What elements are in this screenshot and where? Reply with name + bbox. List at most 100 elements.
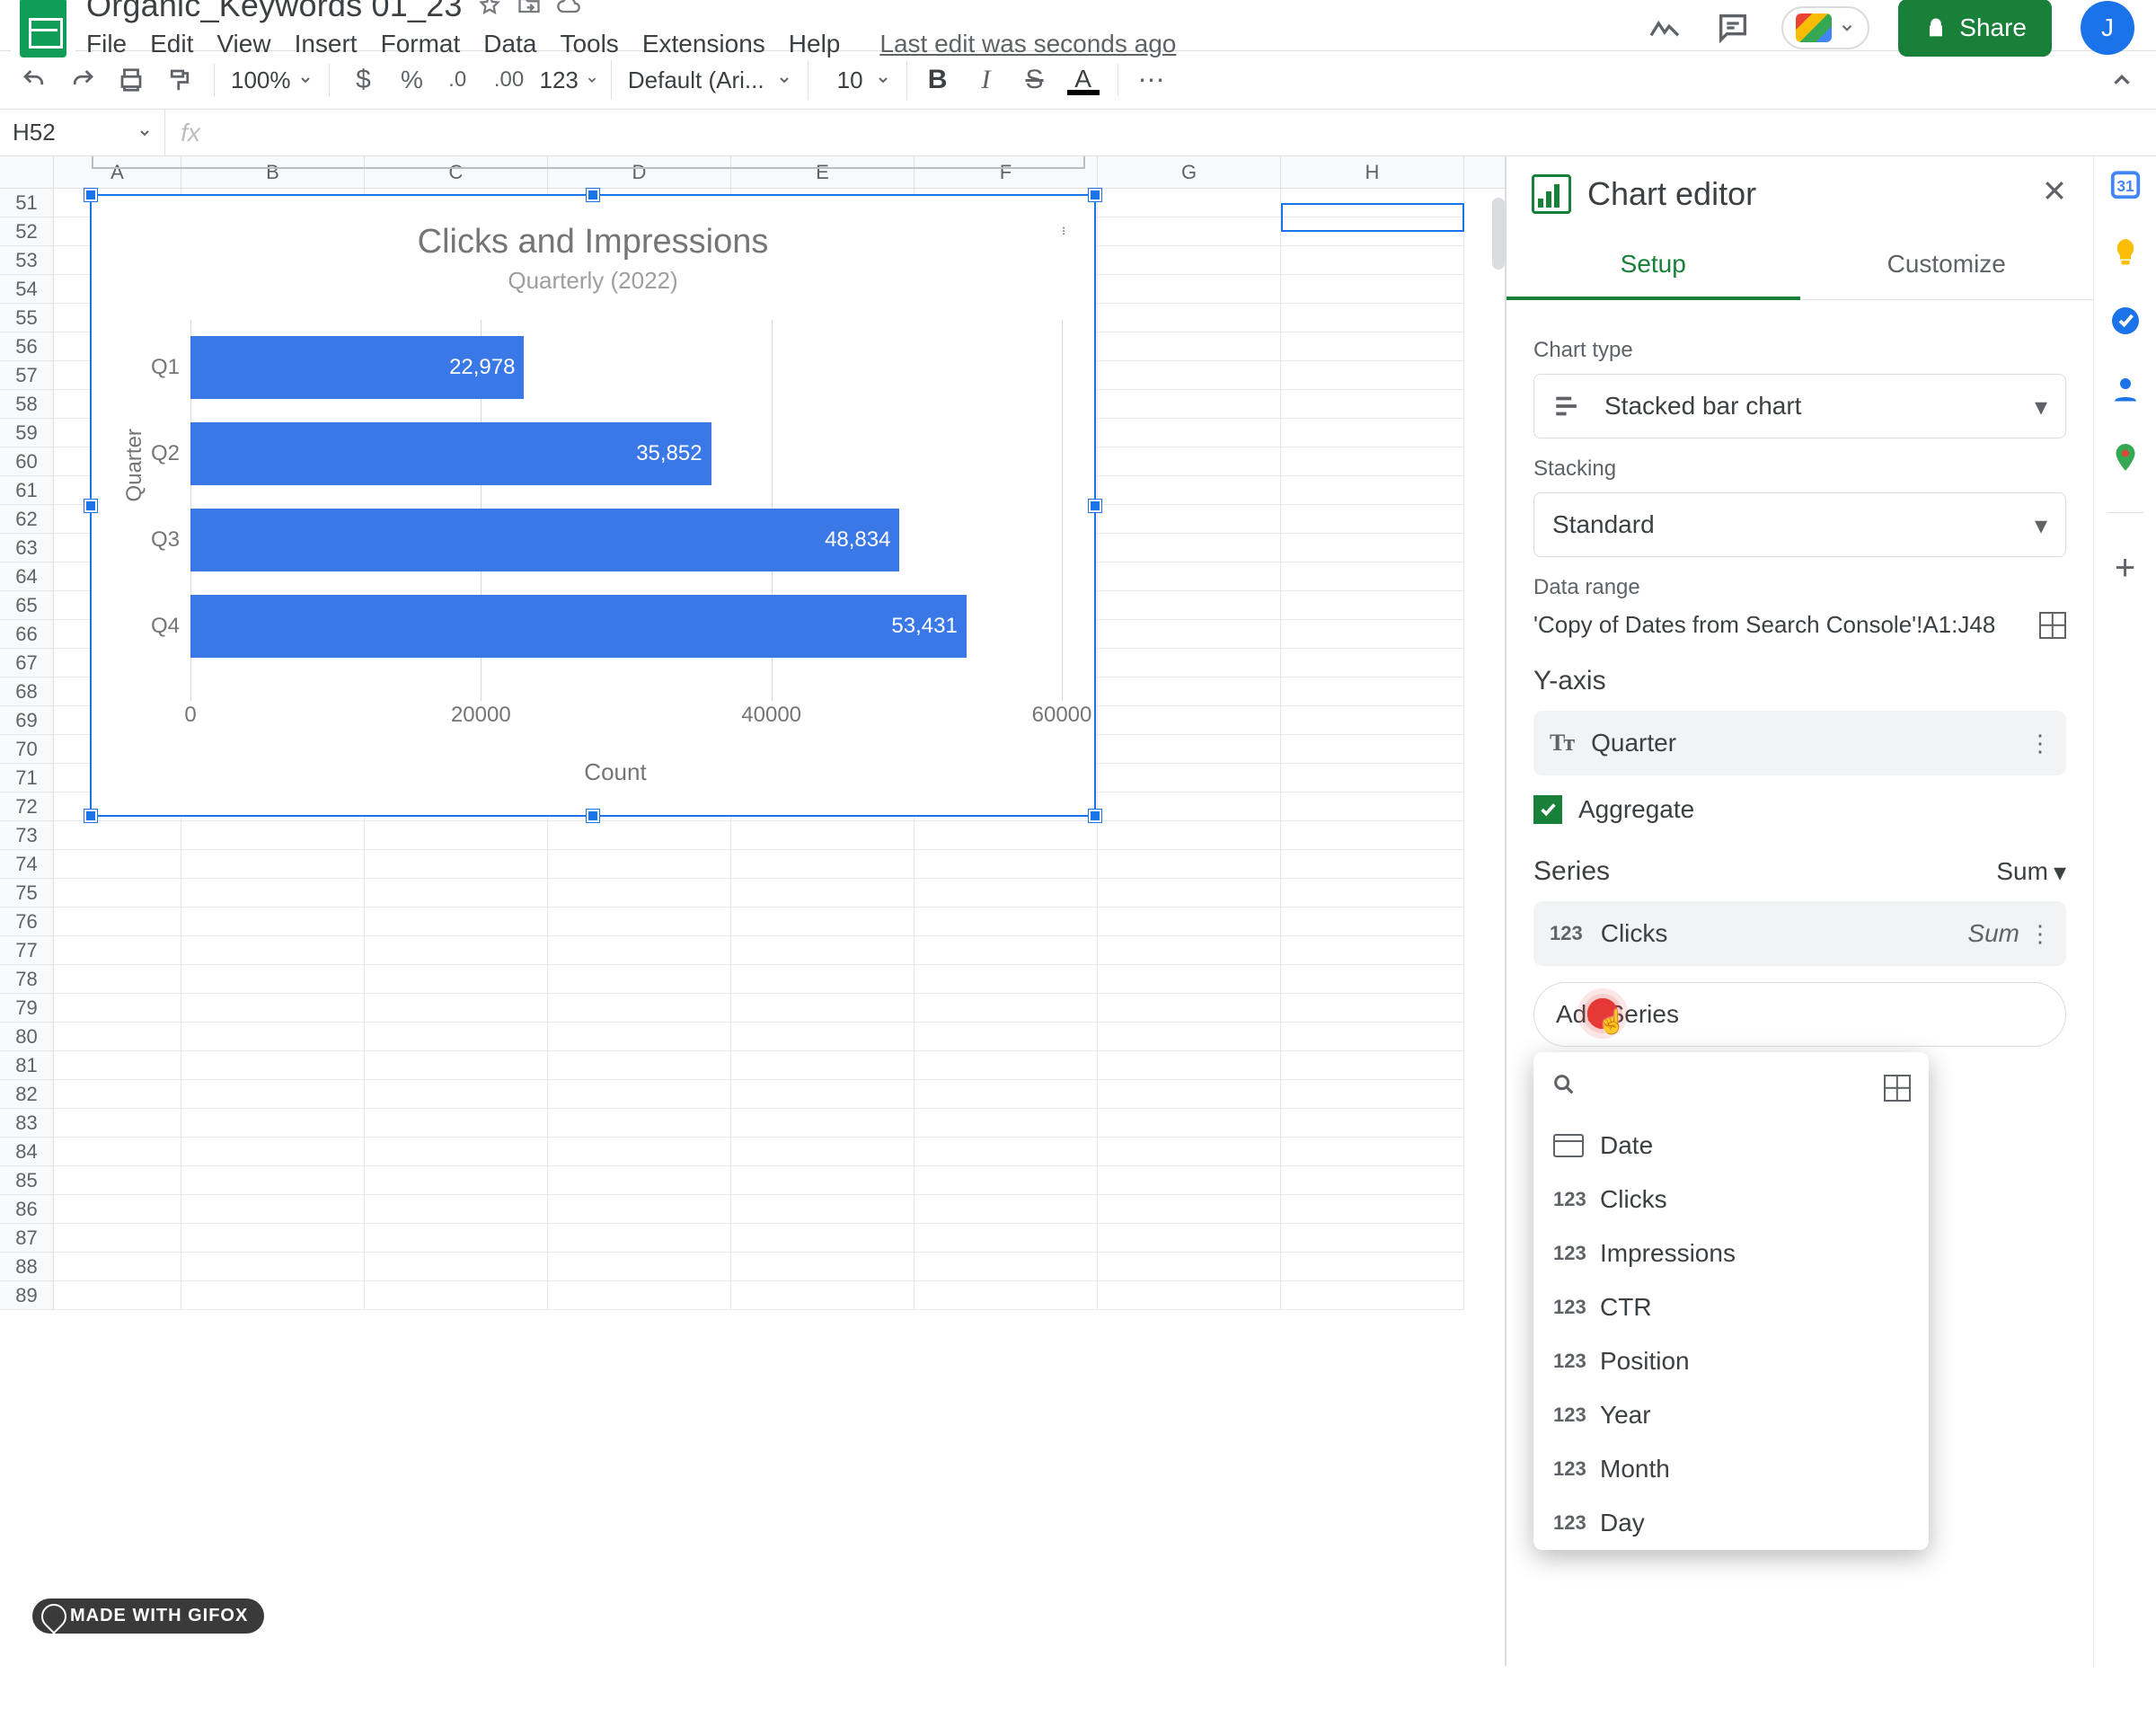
cell[interactable] — [1098, 735, 1281, 764]
cell[interactable] — [1281, 850, 1464, 879]
cell[interactable] — [54, 850, 181, 879]
row-header[interactable]: 61 — [0, 476, 54, 505]
column-header[interactable]: C — [365, 156, 548, 188]
cell[interactable] — [1281, 1138, 1464, 1166]
cell[interactable] — [54, 879, 181, 908]
cell[interactable] — [1281, 189, 1464, 217]
name-box[interactable]: H52 — [0, 110, 165, 156]
cell[interactable] — [1098, 246, 1281, 275]
cell[interactable] — [1281, 534, 1464, 562]
cell[interactable] — [365, 879, 548, 908]
cell[interactable] — [365, 1138, 548, 1166]
cell[interactable] — [1098, 821, 1281, 850]
cell[interactable] — [731, 1166, 915, 1195]
row-header[interactable]: 84 — [0, 1138, 54, 1166]
cell[interactable] — [915, 1023, 1098, 1051]
more-toolbar-button[interactable]: ⋯ — [1135, 62, 1171, 98]
cell[interactable] — [1098, 793, 1281, 821]
account-avatar[interactable]: J — [2081, 1, 2134, 55]
series-option[interactable]: 123CTR — [1533, 1280, 1929, 1334]
italic-button[interactable]: I — [968, 62, 1004, 98]
cell[interactable] — [1281, 1109, 1464, 1138]
cell[interactable] — [365, 1281, 548, 1310]
cell[interactable] — [731, 821, 915, 850]
series-aggregate-select[interactable]: Sum ▾ — [1996, 857, 2066, 887]
cell[interactable] — [1098, 1281, 1281, 1310]
cell[interactable] — [1098, 419, 1281, 447]
menu-data[interactable]: Data — [483, 30, 536, 58]
series-option[interactable]: 123Position — [1533, 1334, 1929, 1388]
cell[interactable] — [1281, 275, 1464, 304]
add-addon-button[interactable]: + — [2107, 549, 2144, 587]
sheets-logo[interactable] — [11, 0, 75, 60]
cell[interactable] — [1281, 505, 1464, 534]
chart-type-select[interactable]: Stacked bar chart ▾ — [1533, 374, 2066, 438]
cell[interactable] — [1098, 1195, 1281, 1224]
cell[interactable] — [1281, 994, 1464, 1023]
cell[interactable] — [181, 1281, 365, 1310]
search-icon[interactable] — [1551, 1072, 1577, 1104]
cell[interactable] — [1281, 1051, 1464, 1080]
cell[interactable] — [548, 1166, 731, 1195]
row-header[interactable]: 72 — [0, 793, 54, 821]
cell[interactable] — [915, 850, 1098, 879]
series-option[interactable]: 123Clicks — [1533, 1173, 1929, 1227]
cell[interactable] — [1098, 390, 1281, 419]
cell[interactable] — [1098, 476, 1281, 505]
cell[interactable] — [915, 821, 1098, 850]
row-header[interactable]: 68 — [0, 677, 54, 706]
cell[interactable] — [365, 1253, 548, 1281]
cell[interactable] — [365, 821, 548, 850]
menu-tools[interactable]: Tools — [560, 30, 618, 58]
embedded-chart[interactable]: Clicks and Impressions Quarterly (2022) … — [90, 194, 1096, 817]
cell[interactable] — [1098, 764, 1281, 793]
cell[interactable] — [54, 936, 181, 965]
tasks-app-icon[interactable] — [2107, 302, 2144, 340]
cell[interactable] — [1281, 1195, 1464, 1224]
cell[interactable] — [915, 1080, 1098, 1109]
cell[interactable] — [548, 965, 731, 994]
column-header[interactable]: F — [915, 156, 1098, 188]
more-icon[interactable]: ⋮ — [2028, 730, 2052, 757]
cell[interactable] — [915, 965, 1098, 994]
print-button[interactable] — [113, 62, 149, 98]
cell[interactable] — [1281, 1281, 1464, 1310]
cell[interactable] — [1281, 562, 1464, 591]
cell[interactable] — [1281, 361, 1464, 390]
series-item[interactable]: 123 Clicks Sum ⋮ — [1533, 901, 2066, 966]
menu-format[interactable]: Format — [381, 30, 461, 58]
cell[interactable] — [365, 908, 548, 936]
cell[interactable] — [54, 821, 181, 850]
cell[interactable] — [54, 965, 181, 994]
cell[interactable] — [365, 1051, 548, 1080]
cell[interactable] — [54, 1253, 181, 1281]
redo-button[interactable] — [65, 62, 101, 98]
cell[interactable] — [1098, 1051, 1281, 1080]
cell[interactable] — [1098, 1224, 1281, 1253]
cell[interactable] — [1098, 1080, 1281, 1109]
row-header[interactable]: 67 — [0, 649, 54, 677]
cell[interactable] — [1281, 419, 1464, 447]
row-header[interactable]: 75 — [0, 879, 54, 908]
cell[interactable] — [1281, 476, 1464, 505]
cell[interactable] — [915, 1253, 1098, 1281]
cell[interactable] — [1281, 879, 1464, 908]
cell[interactable] — [548, 1195, 731, 1224]
row-header[interactable]: 55 — [0, 304, 54, 332]
tab-customize[interactable]: Customize — [1800, 232, 2094, 299]
cell[interactable] — [1098, 1166, 1281, 1195]
menu-extensions[interactable]: Extensions — [642, 30, 765, 58]
increase-decimal-button[interactable]: .00 — [491, 62, 527, 98]
row-header[interactable]: 54 — [0, 275, 54, 304]
collapse-toolbar-button[interactable] — [2104, 62, 2140, 98]
cell[interactable] — [731, 850, 915, 879]
cell[interactable] — [731, 879, 915, 908]
cell[interactable] — [1281, 649, 1464, 677]
cell[interactable] — [731, 1281, 915, 1310]
cell[interactable] — [915, 1195, 1098, 1224]
cell[interactable] — [548, 879, 731, 908]
cell[interactable] — [1281, 706, 1464, 735]
cell[interactable] — [1281, 965, 1464, 994]
cell[interactable] — [181, 850, 365, 879]
cell[interactable] — [181, 994, 365, 1023]
